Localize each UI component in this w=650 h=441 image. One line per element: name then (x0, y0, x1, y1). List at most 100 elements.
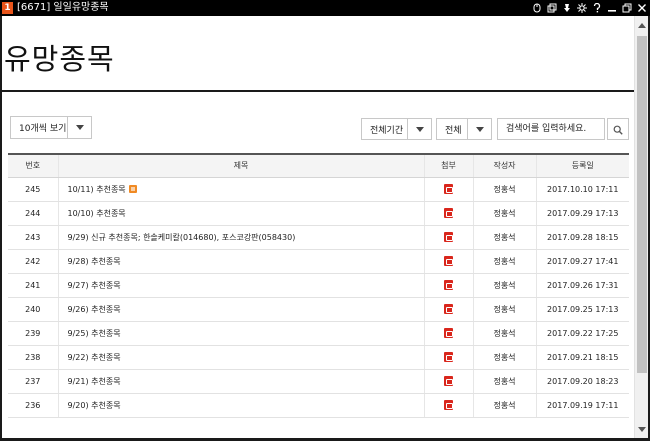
row-number: 241 (8, 273, 58, 298)
row-title-cell[interactable]: 9/28) 추천종목 (57, 249, 424, 274)
pdf-icon[interactable] (444, 352, 453, 362)
row-attachment[interactable] (423, 345, 473, 370)
row-title-link[interactable]: 9/27) 추천종목 (68, 281, 121, 290)
period-select[interactable]: 전체기간 (361, 118, 432, 140)
row-title-link[interactable]: 9/29) 신규 추천종목; 한솔케미칼(014680), 포스코강판(0584… (68, 233, 296, 242)
row-author: 정홍석 (472, 249, 536, 274)
row-attachment[interactable] (423, 393, 473, 418)
window-title: [6671] 일일유망종목 (17, 2, 109, 13)
page-title: 유망종목 (4, 42, 115, 76)
scope-label: 전체 (445, 125, 462, 136)
row-title-cell[interactable]: 10/11) 추천종목 (57, 177, 424, 202)
row-attachment[interactable] (423, 249, 473, 274)
row-title-cell[interactable]: 9/29) 신규 추천종목; 한솔케미칼(014680), 포스코강판(0584… (57, 225, 424, 250)
copy-icon[interactable] (546, 2, 558, 14)
pdf-icon[interactable] (444, 256, 453, 266)
chevron-down-icon[interactable] (467, 119, 491, 139)
row-author: 정홍석 (472, 177, 536, 202)
row-attachment[interactable] (423, 177, 473, 202)
row-attachment[interactable] (423, 201, 473, 226)
mouse-icon[interactable] (531, 2, 543, 14)
row-attachment[interactable] (423, 297, 473, 322)
row-title-cell[interactable]: 9/22) 추천종목 (57, 345, 424, 370)
help-icon[interactable] (591, 2, 603, 14)
chevron-down-icon[interactable] (407, 119, 431, 139)
window-controls (531, 0, 648, 16)
row-title-link[interactable]: 10/10) 추천종목 (68, 209, 126, 218)
header-author: 작성자 (472, 153, 536, 178)
row-title-link[interactable]: 10/11) 추천종목 (68, 185, 126, 194)
row-number: 236 (8, 393, 58, 418)
pdf-icon[interactable] (444, 280, 453, 290)
pdf-icon[interactable] (444, 376, 453, 386)
header-attachment: 첨부 (423, 153, 473, 178)
per-page-select[interactable]: 10개씩 보기 (10, 116, 92, 139)
row-title-link[interactable]: 9/21) 추천종목 (68, 377, 121, 386)
row-attachment[interactable] (423, 273, 473, 298)
table-header-row: 번호 제목 첨부 작성자 등록일 (8, 153, 629, 178)
row-attachment[interactable] (423, 225, 473, 250)
row-attachment[interactable] (423, 369, 473, 394)
row-author: 정홍석 (472, 321, 536, 346)
minimize-icon[interactable] (606, 2, 618, 14)
row-date: 2017.09.29 17:13 (535, 201, 629, 226)
row-title-link[interactable]: 9/25) 추천종목 (68, 329, 121, 338)
pin-icon[interactable] (561, 2, 573, 14)
restore-icon[interactable] (621, 2, 633, 14)
window-title-bar: 1 [6671] 일일유망종목 (0, 0, 650, 16)
scope-select[interactable]: 전체 (436, 118, 492, 140)
row-date: 2017.09.19 17:11 (535, 393, 629, 418)
row-title-link[interactable]: 9/22) 추천종목 (68, 353, 121, 362)
settings-icon[interactable] (576, 2, 588, 14)
search-icon (613, 120, 623, 139)
row-number: 243 (8, 225, 58, 250)
table-row[interactable]: 245 10/11) 추천종목 정홍석 2017.10.10 17:11 (8, 177, 629, 202)
row-date: 2017.09.22 17:25 (535, 321, 629, 346)
table-row[interactable]: 236 9/20) 추천종목 정홍석 2017.09.19 17:11 (8, 393, 629, 418)
row-attachment[interactable] (423, 321, 473, 346)
scroll-down-arrow-icon[interactable] (635, 422, 649, 436)
table-row[interactable]: 240 9/26) 추천종목 정홍석 2017.09.25 17:13 (8, 297, 629, 322)
table-row[interactable]: 237 9/21) 추천종목 정홍석 2017.09.20 18:23 (8, 369, 629, 394)
pdf-icon[interactable] (444, 400, 453, 410)
pdf-icon[interactable] (444, 328, 453, 338)
vertical-scrollbar[interactable] (634, 16, 648, 438)
row-title-link[interactable]: 9/28) 추천종목 (68, 257, 121, 266)
scroll-up-arrow-icon[interactable] (635, 18, 649, 32)
search-input[interactable] (497, 118, 605, 140)
table-row[interactable]: 239 9/25) 추천종목 정홍석 2017.09.22 17:25 (8, 321, 629, 346)
close-icon[interactable] (636, 2, 648, 14)
table-row[interactable]: 238 9/22) 추천종목 정홍석 2017.09.21 18:15 (8, 345, 629, 370)
row-date: 2017.09.21 18:15 (535, 345, 629, 370)
window-number-badge: 1 (2, 2, 13, 14)
table-row[interactable]: 241 9/27) 추천종목 정홍석 2017.09.26 17:31 (8, 273, 629, 298)
row-title-cell[interactable]: 9/27) 추천종목 (57, 273, 424, 298)
row-author: 정홍석 (472, 393, 536, 418)
row-title-cell[interactable]: 9/25) 추천종목 (57, 321, 424, 346)
row-author: 정홍석 (472, 225, 536, 250)
row-author: 정홍석 (472, 369, 536, 394)
pdf-icon[interactable] (444, 232, 453, 242)
table-row[interactable]: 242 9/28) 추천종목 정홍석 2017.09.27 17:41 (8, 249, 629, 274)
row-author: 정홍석 (472, 297, 536, 322)
table-row[interactable]: 243 9/29) 신규 추천종목; 한솔케미칼(014680), 포스코강판(0… (8, 225, 629, 250)
row-author: 정홍석 (472, 273, 536, 298)
row-title-cell[interactable]: 9/26) 추천종목 (57, 297, 424, 322)
row-title-link[interactable]: 9/20) 추천종목 (68, 401, 121, 410)
row-author: 정홍석 (472, 201, 536, 226)
search-button[interactable] (607, 118, 629, 140)
table-row[interactable]: 244 10/10) 추천종목 정홍석 2017.09.29 17:13 (8, 201, 629, 226)
chevron-down-icon[interactable] (67, 117, 91, 138)
row-title-link[interactable]: 9/26) 추천종목 (68, 305, 121, 314)
row-number: 245 (8, 177, 58, 202)
row-title-cell[interactable]: 9/21) 추천종목 (57, 369, 424, 394)
row-number: 238 (8, 345, 58, 370)
scrollbar-thumb[interactable] (637, 36, 647, 373)
per-page-label: 10개씩 보기 (19, 124, 67, 134)
row-title-cell[interactable]: 9/20) 추천종목 (57, 393, 424, 418)
header-title: 제목 (57, 153, 424, 178)
pdf-icon[interactable] (444, 208, 453, 218)
row-title-cell[interactable]: 10/10) 추천종목 (57, 201, 424, 226)
pdf-icon[interactable] (444, 304, 453, 314)
pdf-icon[interactable] (444, 184, 453, 194)
